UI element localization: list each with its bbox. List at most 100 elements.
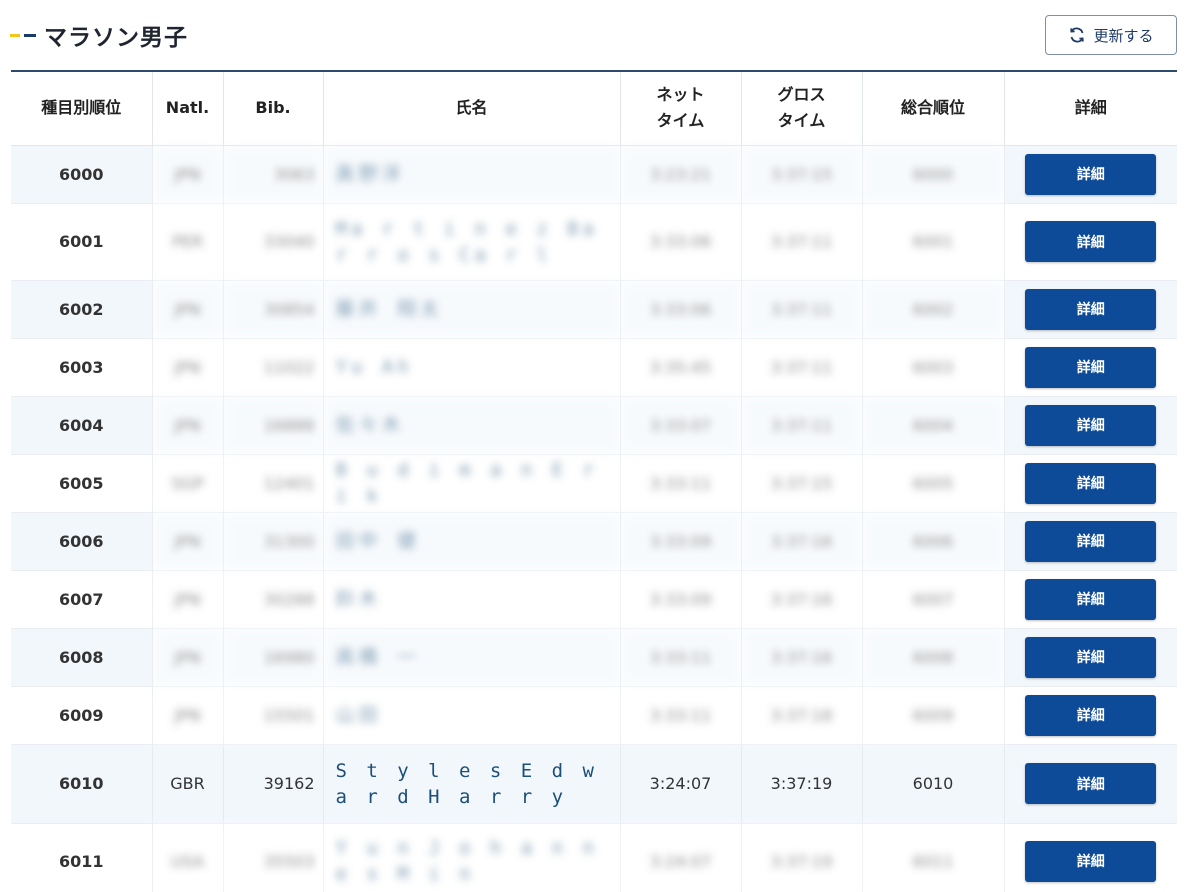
- rank-cell: 6001: [11, 203, 153, 281]
- overall-rank-cell: 6000: [862, 145, 1005, 204]
- net-time-cell: 3:33:11: [620, 454, 742, 513]
- rank-cell: 6009: [11, 686, 153, 745]
- detail-button[interactable]: 詳細: [1025, 763, 1157, 804]
- overall-rank-cell: 6007: [862, 570, 1005, 629]
- overall-rank-cell: 6005: [862, 454, 1005, 513]
- rank-cell: 6000: [11, 145, 153, 204]
- overall-rank-cell: 6010: [862, 744, 1005, 824]
- name-cell[interactable]: 鈴木: [323, 570, 621, 629]
- gross-time-cell: 3:37:15: [741, 145, 863, 204]
- bib-cell: 16888: [223, 396, 324, 455]
- natl-cell: JPN: [152, 686, 224, 745]
- net-time-cell: 3:23:21: [620, 145, 742, 204]
- detail-cell: 詳細: [1004, 145, 1177, 204]
- name-cell[interactable]: 山田: [323, 686, 621, 745]
- detail-button[interactable]: 詳細: [1025, 221, 1157, 262]
- overall-rank-cell: 6001: [862, 203, 1005, 281]
- detail-cell: 詳細: [1004, 823, 1177, 892]
- detail-cell: 詳細: [1004, 280, 1177, 339]
- bib-cell: 39162: [223, 744, 324, 824]
- rank-cell: 6010: [11, 744, 153, 824]
- bib-cell: 31300: [223, 512, 324, 571]
- rank-cell: 6005: [11, 454, 153, 513]
- overall-rank-cell: 6004: [862, 396, 1005, 455]
- header-gross-line2: タイム: [777, 111, 826, 131]
- name-cell[interactable]: Y u n J o h a n n e s M i n: [323, 823, 621, 892]
- overall-rank-cell: 6002: [862, 280, 1005, 339]
- rank-cell: 6004: [11, 396, 153, 455]
- name-cell[interactable]: 藤井 翔太: [323, 280, 621, 339]
- header-net-line2: タイム: [656, 111, 705, 131]
- page-title: マラソン男子: [44, 25, 188, 51]
- header-bib: Bib.: [223, 71, 324, 146]
- table-body: 6000 JPN 3063 眞野洋 3:23:21 3:37:15 6000 詳…: [11, 145, 1177, 892]
- natl-cell: JPN: [152, 570, 224, 629]
- detail-button[interactable]: 詳細: [1025, 153, 1157, 195]
- natl-cell: JPN: [152, 145, 224, 204]
- bib-cell: 30854: [223, 280, 324, 339]
- detail-button[interactable]: 詳細: [1025, 404, 1157, 446]
- natl-cell: JPN: [152, 396, 224, 455]
- name-cell[interactable]: Yu Ah: [323, 338, 621, 397]
- name-cell[interactable]: 高橋 一: [323, 628, 621, 687]
- rank-cell: 6011: [11, 823, 153, 892]
- refresh-button[interactable]: 更新する: [1045, 15, 1177, 55]
- gross-time-cell: 3:37:18: [741, 686, 863, 745]
- header-net-line1: ネット: [656, 84, 705, 104]
- natl-cell: PER: [152, 203, 224, 281]
- detail-button[interactable]: 詳細: [1025, 636, 1157, 678]
- name-cell[interactable]: Ma r t i n e z Ba r r o s Ca r l: [323, 203, 621, 281]
- table-row: 6004 JPN 16888 佐々木 3:33:07 3:37:11 6004 …: [11, 396, 1177, 455]
- table-row: 6006 JPN 31300 田中 健 3:33:09 3:37:16 6006…: [11, 512, 1177, 571]
- name-cell[interactable]: 眞野洋: [323, 145, 621, 204]
- natl-cell: SGP: [152, 454, 224, 513]
- detail-cell: 詳細: [1004, 512, 1177, 571]
- header-name: 氏名: [323, 71, 621, 146]
- detail-cell: 詳細: [1004, 396, 1177, 455]
- detail-cell: 詳細: [1004, 203, 1177, 281]
- table-row: 6003 JPN 11022 Yu Ah 3:35:45 3:37:11 600…: [11, 338, 1177, 397]
- name-cell[interactable]: 田中 健: [323, 512, 621, 571]
- bib-cell: 30288: [223, 570, 324, 629]
- bib-cell: 3063: [223, 145, 324, 204]
- bib-cell: 11022: [223, 338, 324, 397]
- title-accent-mark: [10, 34, 36, 37]
- name-cell[interactable]: S t y l e s E d w a r d H a r r y: [323, 744, 621, 824]
- net-time-cell: 3:33:11: [620, 686, 742, 745]
- header-overall: 総合順位: [862, 71, 1005, 146]
- net-time-cell: 3:24:07: [620, 744, 742, 824]
- natl-cell: JPN: [152, 512, 224, 571]
- detail-button[interactable]: 詳細: [1025, 520, 1157, 562]
- bib-cell: 15501: [223, 686, 324, 745]
- rank-cell: 6008: [11, 628, 153, 687]
- net-time-cell: 3:33:09: [620, 570, 742, 629]
- table-header-row: 種目別順位 Natl. Bib. 氏名 ネット タイム グロス タイム 総合順位 詳…: [11, 71, 1177, 146]
- page-header: マラソン男子 更新する: [0, 0, 1200, 70]
- natl-cell: JPN: [152, 338, 224, 397]
- name-cell[interactable]: B u d i m a n E r i k: [323, 454, 621, 513]
- header-gross-line1: グロス: [777, 84, 826, 104]
- net-time-cell: 3:24:07: [620, 823, 742, 892]
- detail-cell: 詳細: [1004, 454, 1177, 513]
- table-row: 6001 PER 33040 Ma r t i n e z Ba r r o s…: [11, 203, 1177, 281]
- header-natl: Natl.: [152, 71, 224, 146]
- rank-cell: 6007: [11, 570, 153, 629]
- overall-rank-cell: 6006: [862, 512, 1005, 571]
- bib-cell: 35503: [223, 823, 324, 892]
- table-row: 6002 JPN 30854 藤井 翔太 3:33:06 3:37:11 600…: [11, 280, 1177, 339]
- gross-time-cell: 3:37:11: [741, 203, 863, 281]
- bib-cell: 16980: [223, 628, 324, 687]
- natl-cell: JPN: [152, 628, 224, 687]
- table-row: 6000 JPN 3063 眞野洋 3:23:21 3:37:15 6000 詳…: [11, 145, 1177, 204]
- detail-button[interactable]: 詳細: [1025, 694, 1157, 736]
- detail-button[interactable]: 詳細: [1025, 462, 1157, 504]
- detail-button[interactable]: 詳細: [1025, 346, 1157, 388]
- net-time-cell: 3:33:06: [620, 203, 742, 281]
- natl-cell: JPN: [152, 280, 224, 339]
- overall-rank-cell: 6011: [862, 823, 1005, 892]
- detail-button[interactable]: 詳細: [1025, 288, 1157, 330]
- name-cell[interactable]: 佐々木: [323, 396, 621, 455]
- detail-button[interactable]: 詳細: [1025, 840, 1157, 882]
- table-row: 6011 USA 35503 Y u n J o h a n n e s M i…: [11, 823, 1177, 892]
- detail-button[interactable]: 詳細: [1025, 578, 1157, 620]
